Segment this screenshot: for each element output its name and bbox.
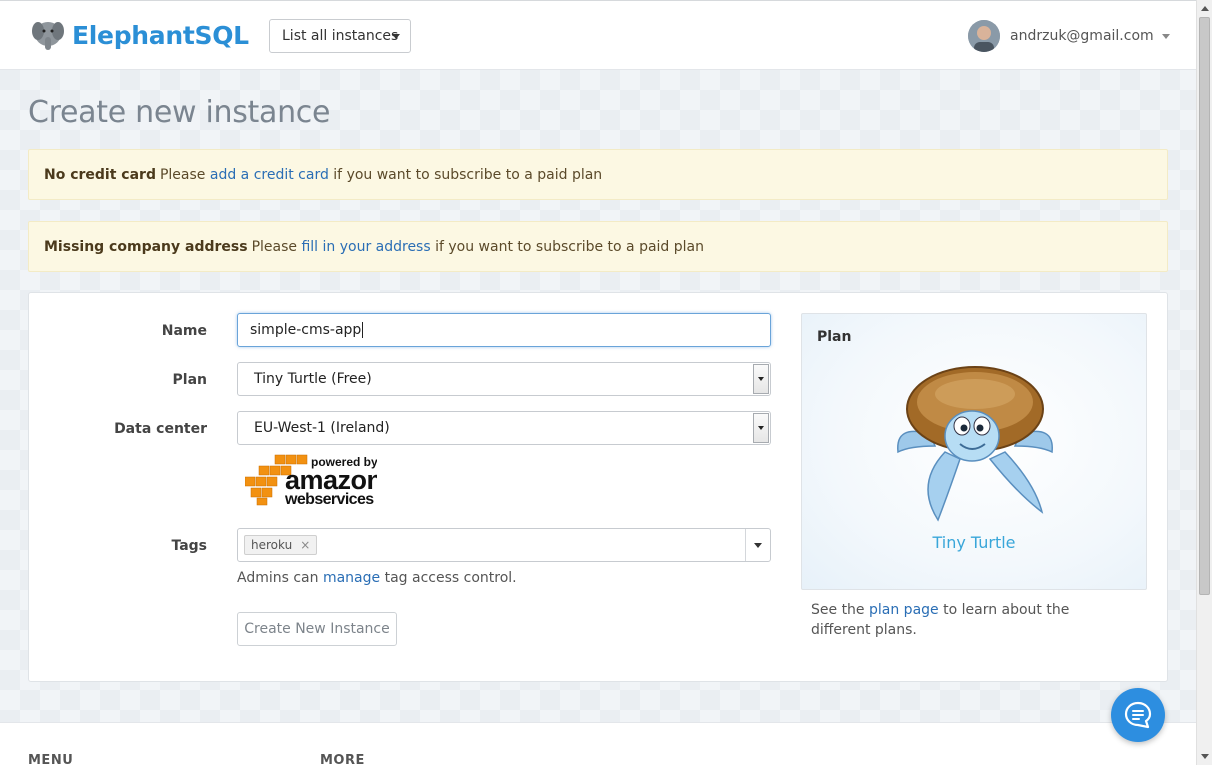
tags-input[interactable]: heroku × (237, 528, 771, 562)
manage-tags-link[interactable]: manage (323, 570, 380, 586)
main-content: Create new instance No credit card Pleas… (0, 70, 1196, 722)
alert-text: Please (159, 166, 210, 183)
instances-dropdown[interactable]: List all instances (269, 19, 411, 53)
create-instance-button[interactable]: Create New Instance (237, 612, 397, 646)
alert-strong: Missing company address (44, 238, 248, 255)
caret-down-icon[interactable] (754, 543, 762, 548)
plan-page-link[interactable]: plan page (869, 602, 939, 618)
alert-text: if you want to subscribe to a paid plan (328, 166, 603, 183)
text-cursor (362, 322, 364, 338)
datacenter-select[interactable]: EU-West-1 (Ireland) (237, 411, 771, 445)
footer: MENU MORE (0, 722, 1196, 765)
credit-card-alert: No credit card Please add a credit card … (28, 149, 1168, 200)
scrollbar-thumb[interactable] (1199, 17, 1210, 595)
alert-text: Please (251, 238, 302, 255)
caret-down-icon (1161, 33, 1170, 39)
page-title: Create new instance (28, 95, 331, 130)
caret-down-icon (392, 34, 400, 39)
plan-name: Tiny Turtle (932, 533, 1016, 552)
add-credit-card-link[interactable]: add a credit card (210, 167, 329, 183)
select-arrow-icon[interactable] (753, 413, 769, 443)
aws-powered-by-logo: powered by amazon webservices (245, 454, 377, 506)
footer-menu-heading: MENU (28, 753, 74, 765)
name-label: Name (161, 323, 207, 339)
scroll-down-icon[interactable] (1201, 754, 1209, 759)
instances-dropdown-label: List all instances (282, 28, 399, 44)
tags-help-text: Admins can manage tag access control. (237, 570, 517, 586)
name-input-value: simple-cms-app (250, 322, 362, 338)
plan-label: Plan (172, 372, 207, 388)
scroll-up-icon[interactable] (1201, 6, 1209, 11)
aws-webservices-text: webservices (284, 491, 374, 506)
plan-note: See the plan page to learn about the dif… (811, 600, 1131, 640)
tags-label: Tags (171, 538, 207, 554)
create-instance-panel: Name simple-cms-app Plan Tiny Turtle (Fr… (28, 292, 1168, 682)
vertical-scrollbar[interactable] (1196, 0, 1212, 765)
chat-bubble-icon (1124, 701, 1152, 729)
remove-tag-icon[interactable]: × (300, 538, 310, 552)
select-arrow-icon[interactable] (753, 364, 769, 394)
name-input[interactable]: simple-cms-app (237, 313, 771, 347)
datacenter-label: Data center (114, 421, 207, 437)
avatar (968, 20, 1000, 52)
tags-divider (745, 529, 746, 561)
alert-strong: No credit card (44, 166, 156, 183)
fill-address-link[interactable]: fill in your address (301, 239, 430, 255)
alert-text: if you want to subscribe to a paid plan (430, 238, 704, 255)
brand-name: ElephantSQL (72, 20, 249, 50)
plan-note-before: See the (811, 602, 869, 618)
chat-button[interactable] (1111, 688, 1165, 742)
footer-more-heading: MORE (320, 753, 365, 765)
plan-card-title: Plan (817, 329, 852, 345)
plan-card: Plan Tiny Turtle (801, 313, 1147, 590)
help-text-before: Admins can (237, 570, 323, 586)
company-address-alert: Missing company address Please fill in y… (28, 221, 1168, 272)
user-menu[interactable]: andrzuk@gmail.com (968, 20, 1170, 52)
elephant-icon (32, 22, 64, 50)
user-email: andrzuk@gmail.com (1010, 28, 1154, 44)
turtle-illustration (897, 366, 1053, 522)
top-navbar: ElephantSQL List all instances andrzuk@g… (0, 0, 1196, 70)
tag-label: heroku (251, 538, 293, 552)
plan-select-value: Tiny Turtle (Free) (254, 371, 372, 387)
tag-chip: heroku × (244, 535, 318, 555)
help-text-after: tag access control. (380, 570, 517, 586)
brand-link[interactable]: ElephantSQL (30, 17, 249, 53)
plan-select[interactable]: Tiny Turtle (Free) (237, 362, 771, 396)
datacenter-select-value: EU-West-1 (Ireland) (254, 420, 390, 436)
